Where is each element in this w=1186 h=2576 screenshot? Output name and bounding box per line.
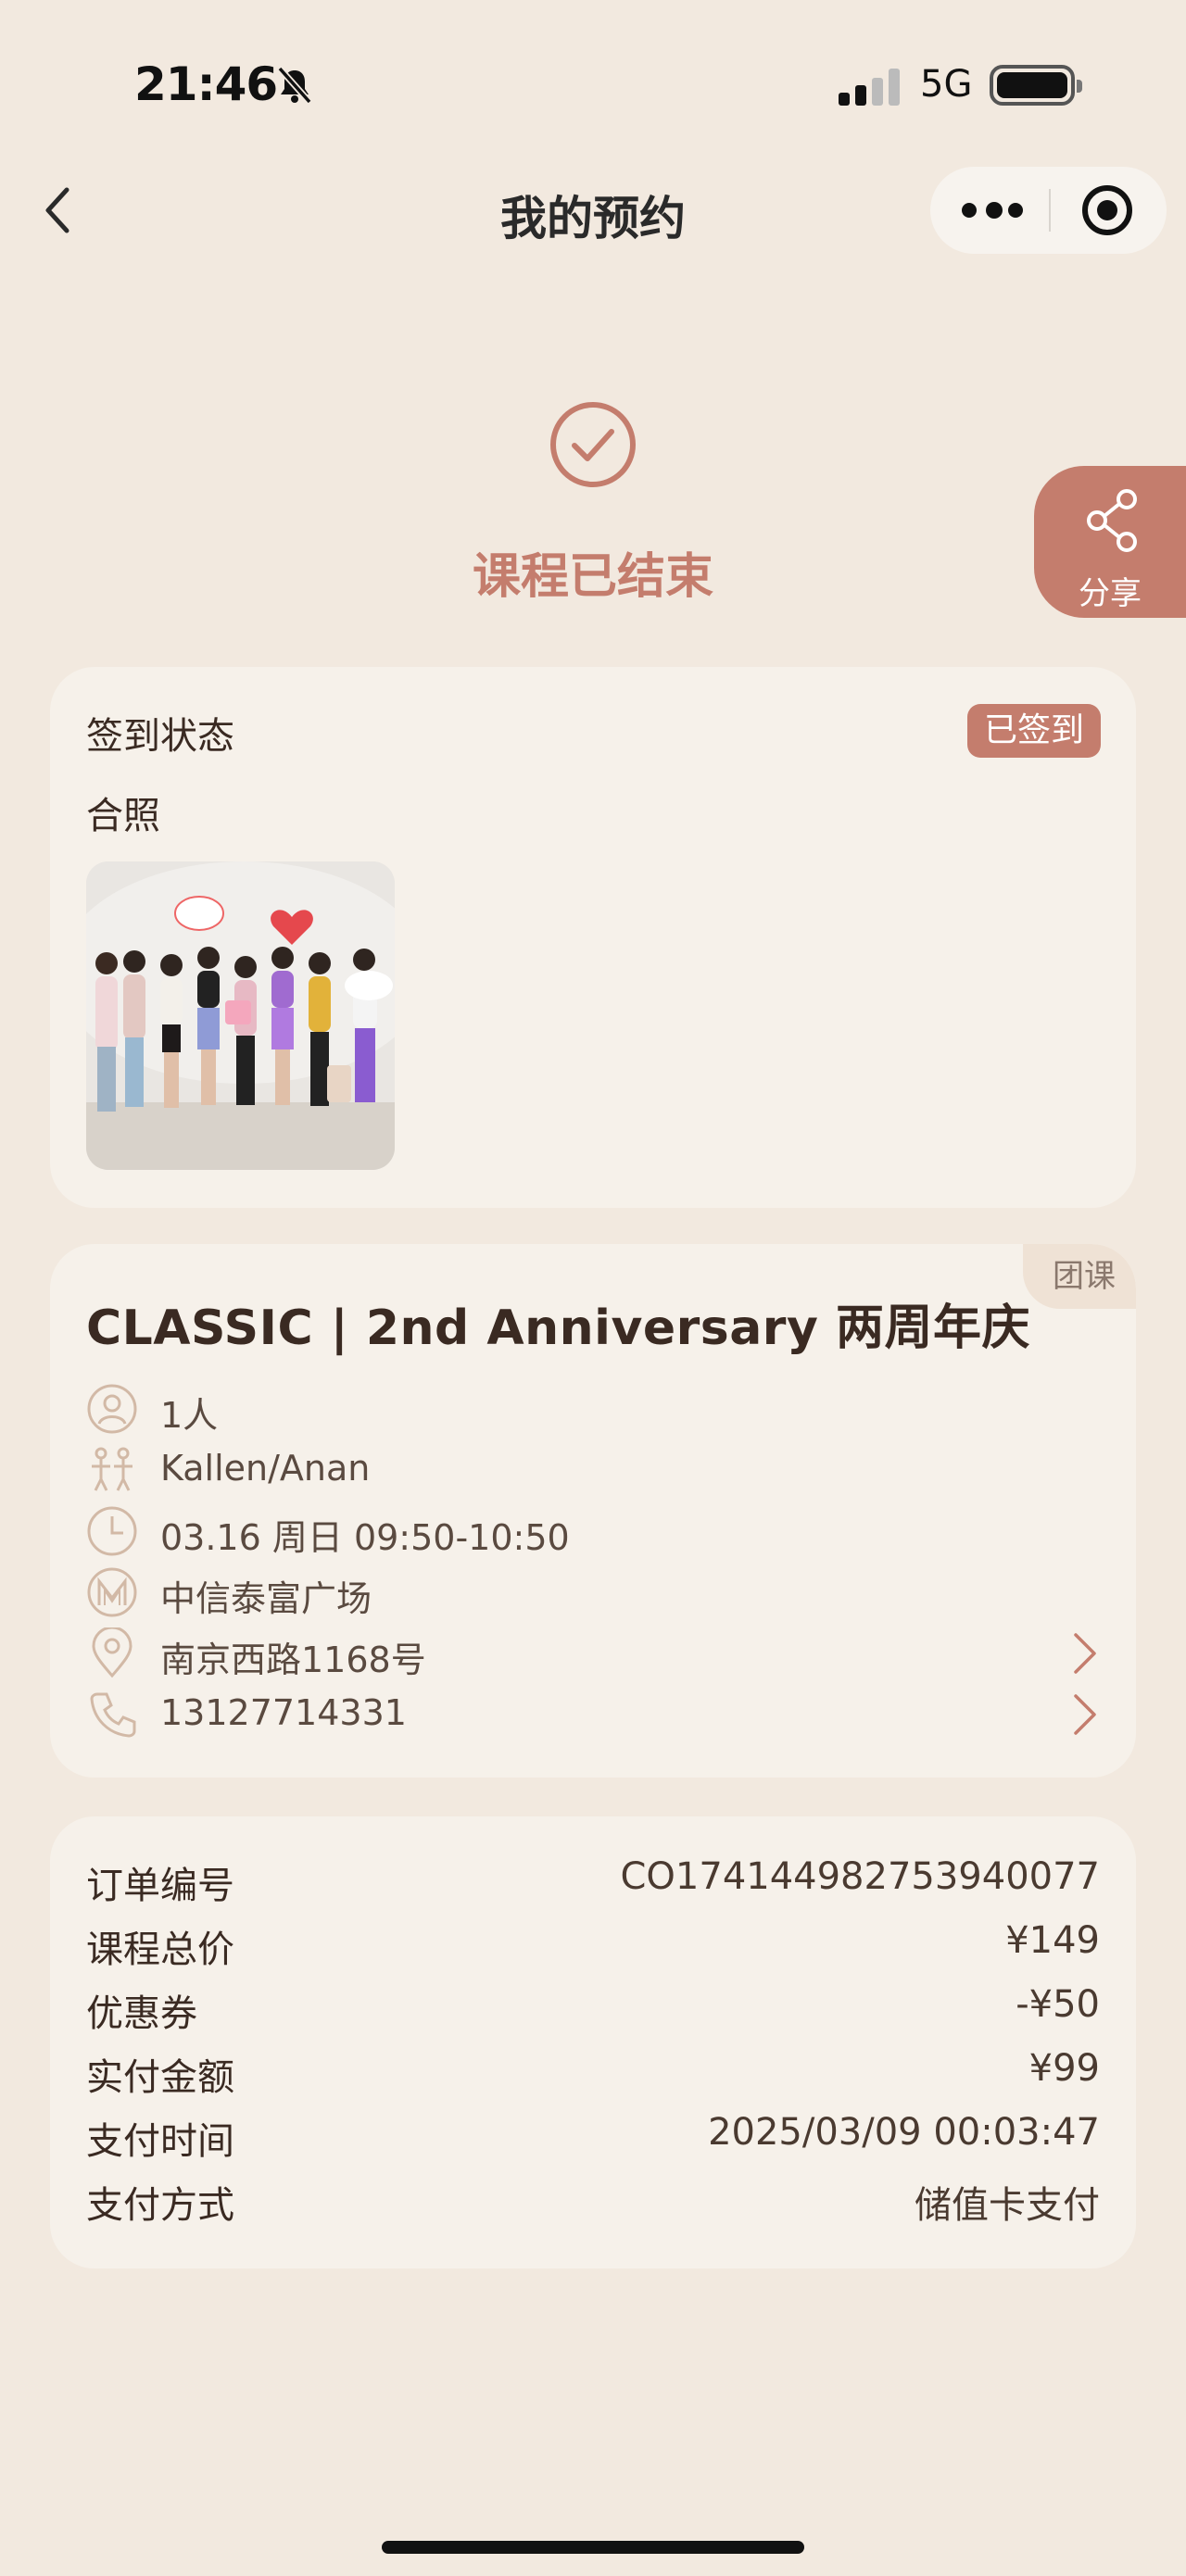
status-time: 21:46 <box>134 57 278 111</box>
location-pin-icon <box>92 1627 132 1678</box>
order-key: 支付时间 <box>86 2120 234 2163</box>
cellular-signal-icon <box>839 67 903 106</box>
order-value: CO174144982753940077 <box>620 1855 1101 1898</box>
contact-phone: 13127714331 <box>160 1692 407 1733</box>
course-title: CLASSIC | 2nd Anniversary 两周年庆 <box>86 1301 1030 1356</box>
checkin-card: 签到状态 已签到 合照 <box>50 667 1136 1208</box>
checkin-status-label: 签到状态 <box>86 715 234 758</box>
order-row: 课程总价 ¥149 <box>86 1919 1100 1971</box>
schedule-time: 03.16 周日 09:50-10:50 <box>160 1517 570 1558</box>
share-icon <box>1087 489 1137 552</box>
chevron-right-icon[interactable] <box>1068 1690 1100 1739</box>
order-row: 优惠券 -¥50 <box>86 1983 1100 2035</box>
order-row: 订单编号 CO174144982753940077 <box>86 1855 1100 1907</box>
battery-icon <box>990 65 1082 106</box>
group-photo-label: 合照 <box>86 795 160 837</box>
share-button[interactable]: 分享 <box>1034 466 1186 618</box>
order-value: -¥50 <box>1016 1983 1100 2026</box>
home-indicator[interactable] <box>382 2541 804 2554</box>
order-key: 订单编号 <box>86 1865 234 1907</box>
participants-count: 1人 <box>160 1395 219 1436</box>
group-photo-image <box>86 861 395 1170</box>
schedule-row: 03.16 周日 09:50-10:50 <box>86 1505 1105 1558</box>
course-type-tag: 团课 <box>1023 1244 1136 1309</box>
share-label: 分享 <box>1079 575 1142 612</box>
mini-program-capsule <box>930 167 1167 254</box>
checked-in-badge: 已签到 <box>966 704 1101 758</box>
order-row: 实付金额 ¥99 <box>86 2047 1100 2099</box>
check-circle-icon <box>550 402 636 487</box>
order-row: 支付时间 2025/03/09 00:03:47 <box>86 2111 1100 2163</box>
order-key: 支付方式 <box>86 2184 234 2227</box>
brand-logo-icon <box>87 1567 137 1617</box>
order-value: 2025/03/09 00:03:47 <box>708 2111 1100 2154</box>
network-type: 5G <box>920 63 973 106</box>
order-row: 支付方式 储值卡支付 <box>86 2175 1100 2227</box>
order-key: 优惠券 <box>86 1992 197 2035</box>
instructor-row: Kallen/Anan <box>86 1444 1105 1496</box>
participants-row: 1人 <box>86 1383 1105 1436</box>
venue-name: 中信泰富广场 <box>160 1578 372 1619</box>
phone-row[interactable]: 13127714331 <box>86 1689 1105 1740</box>
close-target-icon[interactable] <box>1082 185 1132 235</box>
more-icon[interactable] <box>962 167 1023 254</box>
phone-icon <box>90 1692 136 1738</box>
group-photo[interactable] <box>86 861 395 1170</box>
order-key: 实付金额 <box>86 2056 234 2099</box>
venue-address: 南京西路1168号 <box>160 1640 426 1680</box>
order-key: 课程总价 <box>86 1929 234 1971</box>
order-value: ¥99 <box>1028 2047 1100 2090</box>
course-info-card: 团课 CLASSIC | 2nd Anniversary 两周年庆 1人 Kal… <box>50 1244 1136 1778</box>
order-info-card: 订单编号 CO174144982753940077 课程总价 ¥149 优惠券 … <box>50 1816 1136 2268</box>
instructor-names: Kallen/Anan <box>160 1448 371 1489</box>
mute-bell-icon <box>277 66 312 105</box>
order-value: ¥149 <box>1005 1919 1100 1962</box>
address-row[interactable]: 南京西路1168号 <box>86 1627 1105 1680</box>
venue-row: 中信泰富广场 <box>86 1566 1105 1619</box>
instructor-icon <box>92 1447 132 1491</box>
clock-icon <box>87 1506 137 1556</box>
order-value: 储值卡支付 <box>915 2184 1100 2227</box>
course-status-text: 课程已结束 <box>472 549 713 605</box>
chevron-right-icon[interactable] <box>1068 1629 1100 1678</box>
person-icon <box>87 1384 137 1434</box>
status-bar: 21:46 5G <box>0 0 1186 167</box>
